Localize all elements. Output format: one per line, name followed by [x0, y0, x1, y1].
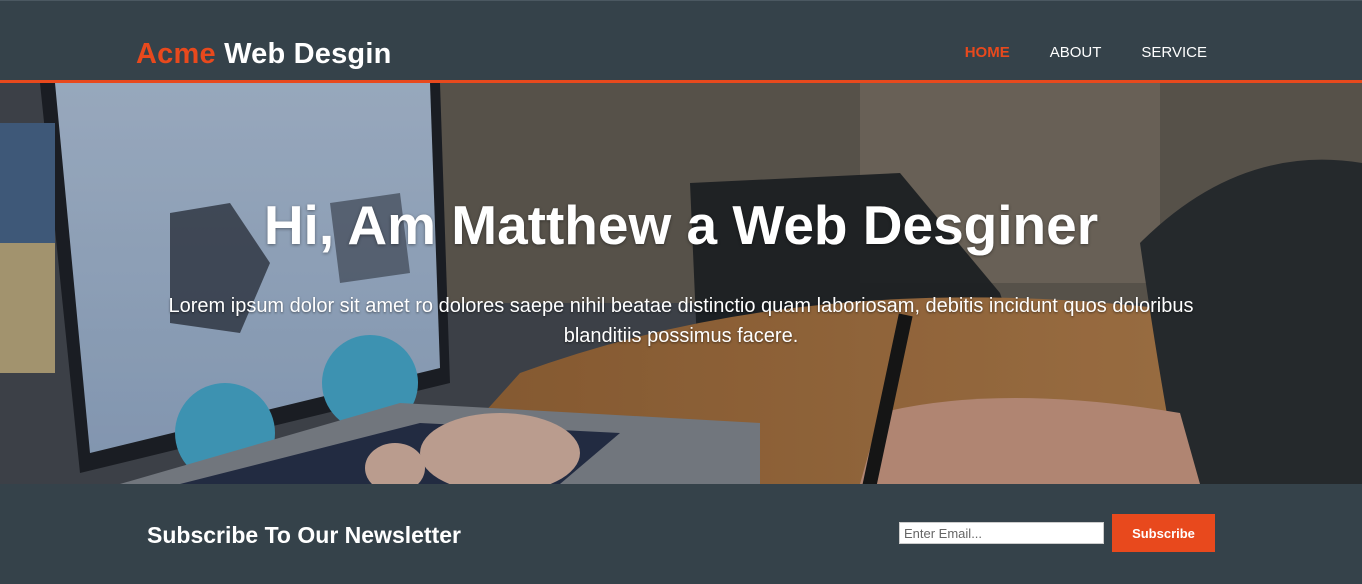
newsletter-form: Subscribe: [899, 514, 1215, 552]
brand-highlight: Acme: [136, 38, 216, 70]
nav-item-service: SERVICE: [1141, 44, 1207, 62]
email-input[interactable]: [899, 522, 1104, 544]
site-logo[interactable]: Acme Web Desgin: [136, 38, 392, 71]
newsletter-section: Subscribe To Our Newsletter Subscribe: [0, 484, 1362, 584]
subscribe-button[interactable]: Subscribe: [1112, 514, 1215, 552]
nav-link-service[interactable]: SERVICE: [1141, 44, 1207, 61]
nav-link-home[interactable]: HOME: [965, 44, 1010, 61]
nav-link-about[interactable]: ABOUT: [1050, 44, 1102, 61]
hero-showcase: Hi, Am Matthew a Web Desginer Lorem ipsu…: [0, 83, 1362, 484]
brand-name: Web Desgin: [224, 38, 392, 70]
hero-title: Hi, Am Matthew a Web Desginer: [263, 194, 1099, 256]
nav-item-about: ABOUT: [1050, 44, 1102, 62]
hero-text: Hi, Am Matthew a Web Desginer Lorem ipsu…: [0, 193, 1362, 351]
newsletter-title: Subscribe To Our Newsletter: [147, 522, 461, 548]
nav-item-home: HOME: [965, 44, 1010, 62]
site-header: Acme Web Desgin HOME ABOUT SERVICE: [0, 0, 1362, 83]
hero-subtitle: Lorem ipsum dolor sit amet ro dolores sa…: [168, 295, 1194, 347]
